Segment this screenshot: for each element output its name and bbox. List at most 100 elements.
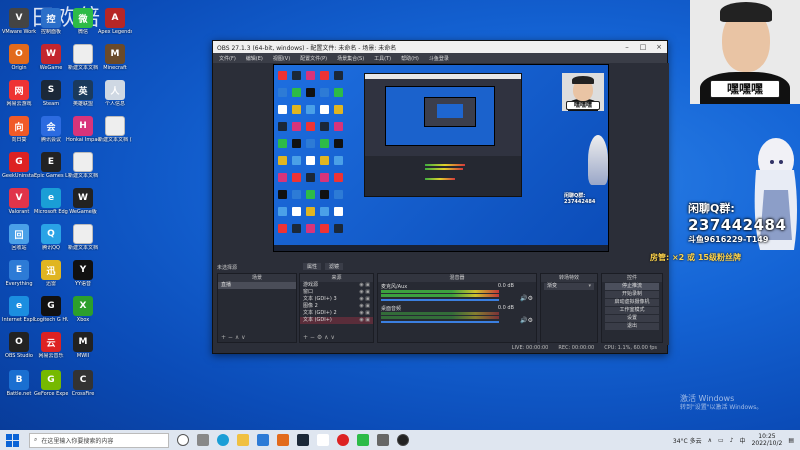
obs-titlebar[interactable]: OBS 27.1.3 (64-bit, windows) - 配置文件: 未命名… [213,41,667,53]
app-icon[interactable] [317,434,329,446]
search-box[interactable]: ⌕ 在这里输入你要搜索的内容 [29,432,169,448]
desktop-shortcut[interactable]: eInternet Explorer [2,296,36,323]
desktop-shortcut[interactable]: 新建文本文档 (2) [98,116,132,143]
desktop-shortcut[interactable]: O Origin [4,44,34,71]
menu-edit[interactable]: 编辑(E) [246,55,263,62]
desktop-shortcut[interactable]: 回回收站 [4,224,34,251]
desktop-shortcut[interactable]: 新建文本文档 [68,224,98,251]
menu-douyu-login[interactable]: 斗鱼登录 [429,55,449,62]
store-icon[interactable] [257,434,269,446]
eye-icon[interactable]: ◉ ▣ [359,282,370,289]
close-icon[interactable]: × [651,43,667,51]
ime-indicator[interactable]: 中 [740,436,746,445]
virtual-camera-button[interactable]: 启动虚拟摄像机 [605,299,659,306]
steam-icon[interactable] [297,434,309,446]
desktop-shortcut[interactable]: V Valorant [4,188,34,215]
scenes-toolbar[interactable]: + − ∧ ∨ [218,334,296,342]
desktop-shortcut[interactable]: M Minecraft [100,44,130,71]
desktop-shortcut[interactable]: Y YY语音 [68,260,98,287]
minimize-icon[interactable]: – [619,43,635,51]
edge-icon[interactable] [217,434,229,446]
desktop-shortcut[interactable]: e Microsoft Edge [34,188,68,215]
eye-icon[interactable]: ◉ ▣ [359,310,370,317]
desktop-shortcut[interactable]: GGeForce Experience [34,370,68,397]
desktop-shortcut[interactable]: B Battle.net [4,370,34,397]
obs-taskbar-icon[interactable] [397,434,409,446]
menu-tools[interactable]: 工具(T) [374,55,391,62]
desktop-shortcut[interactable]: 新建文本文档 [68,44,98,71]
desktop-shortcut[interactable]: X Xbox [68,296,98,323]
source-item[interactable]: 图像 2 ◉ ▣ [300,303,373,310]
clock[interactable]: 10:25 2022/10/2 [752,433,783,447]
start-button[interactable] [3,431,21,449]
desktop-shortcut[interactable]: 向向日葵 [4,116,34,143]
desktop-shortcut[interactable]: VVMware Workstation Pro [2,8,36,35]
weather[interactable]: 34°C 多云 [673,436,702,445]
desktop-shortcut[interactable]: EEpic Games Launcher [34,152,68,179]
desktop-shortcut[interactable]: H Honkai Impact [66,116,100,143]
desktop-shortcut[interactable]: A Apex Legends [98,8,132,35]
desktop-shortcut[interactable]: M MWII [68,332,98,359]
cortana-icon[interactable] [177,434,189,446]
speaker-icon[interactable]: 🔊⚙ [520,317,533,324]
settings-button[interactable]: 设置 [605,315,659,322]
eye-icon[interactable]: ◉ ▣ [359,296,370,303]
desktop-shortcut[interactable]: Q 腾讯QQ [36,224,66,251]
desktop-shortcut[interactable]: 迅迅雷 [36,260,66,287]
menu-view[interactable]: 视图(V) [273,55,290,62]
desktop-shortcut[interactable]: 控控制面板 [36,8,66,35]
exit-button[interactable]: 退出 [605,323,659,330]
menu-help[interactable]: 帮助(H) [401,55,419,62]
tray-chevron-icon[interactable]: ∧ [708,437,712,444]
tab-properties[interactable]: 属性 [303,263,322,270]
eye-icon[interactable]: ◉ ▣ [359,317,370,324]
studio-mode-button[interactable]: 工作室模式 [605,307,659,314]
volume-slider[interactable] [381,321,499,323]
menu-profile[interactable]: 配置文件(P) [300,55,327,62]
scene-item[interactable]: 直播 [218,282,296,289]
menu-scene-collection[interactable]: 场景集合(S) [337,55,364,62]
desktop-shortcut[interactable]: GGeekUninstaller [2,152,36,179]
desktop-shortcut[interactable]: W WeGame版 [68,188,98,215]
desktop-shortcut[interactable]: E Everything [4,260,34,287]
speaker-icon[interactable]: 🔊⚙ [520,295,533,302]
app-icon[interactable] [277,434,289,446]
desktop-shortcut[interactable]: 网网易云游戏 [4,80,34,107]
network-icon[interactable]: ▭ [718,437,724,444]
desktop-shortcut[interactable]: 英英雄联盟 [68,80,98,107]
transition-select[interactable]: 渐变 ▾ [544,283,594,290]
obs-preview[interactable]: 嘿嘿嘿 闲聊Q群: 237442484 [273,64,609,252]
desktop-shortcut[interactable]: 新建文本文档 [68,152,98,179]
desktop-shortcut[interactable]: W WeGame [36,44,66,71]
desktop-shortcut[interactable]: C CrossFire [68,370,98,397]
maximize-icon[interactable]: □ [635,43,651,51]
desktop-shortcut[interactable]: GLogitech G HUB [34,296,68,323]
file-explorer-icon[interactable] [237,434,249,446]
source-item[interactable]: 文本 (GDI+) ◉ ▣ [300,317,373,324]
volume-slider[interactable] [381,299,499,301]
tab-filters[interactable]: 滤镜 [325,263,344,270]
app-icon[interactable] [357,434,369,446]
desktop-shortcut[interactable]: 会腾讯会议 [36,116,66,143]
stop-streaming-button[interactable]: 停止推流 [605,283,659,290]
app-icon[interactable] [377,434,389,446]
source-item[interactable]: 游戏源 ◉ ▣ [300,282,373,289]
task-view-icon[interactable] [197,434,209,446]
source-item[interactable]: 文本 (GDI+) 2 ◉ ▣ [300,310,373,317]
sources-toolbar[interactable]: + − ⚙ ∧ ∨ [300,334,373,342]
desktop-shortcut[interactable]: O OBS Studio [4,332,34,359]
start-recording-button[interactable]: 开始录制 [605,291,659,298]
desktop-shortcut[interactable]: 微微信 [68,8,98,35]
source-item[interactable]: 文本 (GDI+) 3 ◉ ▣ [300,296,373,303]
netease-music-icon[interactable] [337,434,349,446]
desktop-shortcut[interactable]: S Steam [36,80,66,107]
obs-window[interactable]: OBS 27.1.3 (64-bit, windows) - 配置文件: 未命名… [212,40,669,354]
source-item[interactable]: 窗口 ◉ ▣ [300,289,373,296]
menu-file[interactable]: 文件(F) [219,55,236,62]
desktop-shortcut[interactable]: 云网易云音乐 [36,332,66,359]
eye-icon[interactable]: ◉ ▣ [359,289,370,296]
notification-icon[interactable]: ▤ [788,437,794,444]
eye-icon[interactable]: ◉ ▣ [359,303,370,310]
desktop-shortcut[interactable]: 人个人信息 [100,80,130,107]
volume-icon[interactable]: ♪ [730,437,734,444]
